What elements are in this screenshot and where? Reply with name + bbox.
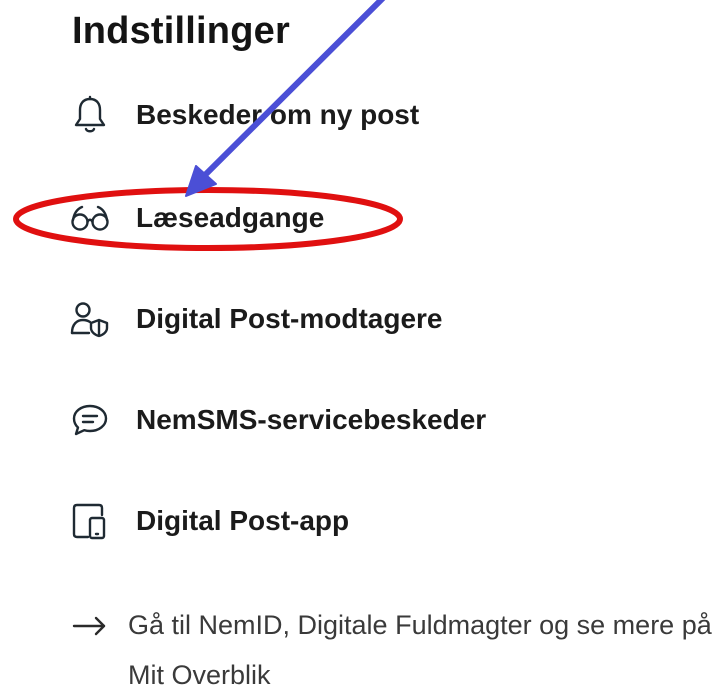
glasses-icon <box>68 196 112 240</box>
mit-overblik-link-text: Gå til NemID, Digitale Fuldmagter og se … <box>128 610 712 686</box>
chat-bubble-icon <box>68 398 112 442</box>
settings-item-read-access[interactable]: Læseadgange <box>68 193 324 243</box>
settings-item-notifications[interactable]: Beskeder om ny post <box>68 90 419 140</box>
settings-item-label: Digital Post-modtagere <box>136 303 443 334</box>
settings-item-label: Beskeder om ny post <box>136 99 420 130</box>
settings-list: Beskeder om ny post Læseadgange Digital <box>0 0 727 686</box>
arrow-right-icon <box>68 604 112 648</box>
settings-item-app[interactable]: Digital Post-app <box>68 496 349 546</box>
settings-item-nemsms[interactable]: NemSMS-servicebeskeder <box>68 395 486 445</box>
settings-item-label: NemSMS-servicebeskeder <box>136 404 487 435</box>
bell-icon <box>68 93 112 137</box>
settings-item-label: Digital Post-app <box>136 505 350 536</box>
user-shield-icon <box>68 297 112 341</box>
settings-item-label: Læseadgange <box>136 202 325 233</box>
tablet-phone-icon <box>68 499 112 543</box>
settings-item-recipients[interactable]: Digital Post-modtagere <box>68 294 442 344</box>
